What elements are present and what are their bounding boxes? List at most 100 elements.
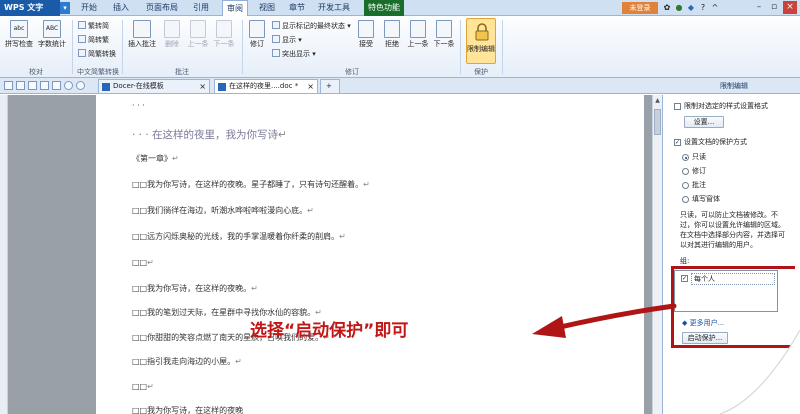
doc-line: □□↵ xyxy=(132,382,154,391)
tab-review[interactable]: 审阅 xyxy=(222,0,248,16)
spellcheck-label: 拼写检查 xyxy=(5,40,33,48)
radio-track-changes[interactable] xyxy=(682,168,689,175)
to-traditional-button[interactable]: 简转繁 xyxy=(78,35,109,45)
insert-comment-button[interactable]: 插入批注 xyxy=(126,20,158,49)
lock-icon xyxy=(475,23,489,41)
radio-fill-forms[interactable] xyxy=(682,196,689,203)
accept-button[interactable]: 接受 xyxy=(354,20,378,49)
tab-current-document[interactable]: 在这样的夜里....doc * × xyxy=(214,79,318,93)
tab-special-features[interactable]: 特色功能 xyxy=(364,0,404,16)
doc-line: □□远方闪烁奥秘的光线，我的手掌温暖着你纤柔的削肩。↵ xyxy=(132,232,346,241)
description-line: 在文档中选择部分内容，并选择可 xyxy=(680,231,785,239)
radio-read-only[interactable] xyxy=(682,154,689,161)
panel-title: 限制编辑 xyxy=(720,82,748,90)
markup-icon xyxy=(272,21,280,29)
prev-change-button[interactable]: 上一条 xyxy=(406,20,430,49)
next-change-button[interactable]: 下一条 xyxy=(432,20,456,49)
tab-home[interactable]: 开始 xyxy=(78,0,100,16)
delete-comment-button[interactable]: 删除 xyxy=(160,20,184,49)
vertical-ruler xyxy=(0,95,8,414)
skin-icon[interactable]: ✿ xyxy=(662,2,672,13)
save-icon[interactable] xyxy=(28,81,37,90)
login-button[interactable]: 未登录 xyxy=(622,2,658,14)
balloon-dropdown[interactable]: 突出显示 ▾ xyxy=(272,49,316,59)
doc-line: □□↵ xyxy=(132,258,154,267)
show-dropdown[interactable]: 显示 ▾ xyxy=(272,35,302,45)
tab-page-layout[interactable]: 页面布局 xyxy=(142,0,182,16)
tab-references[interactable]: 引用 xyxy=(190,0,212,16)
convert-icon xyxy=(78,35,86,43)
undo-icon[interactable] xyxy=(64,81,73,90)
docer-icon xyxy=(102,83,110,91)
tab-docer-templates[interactable]: Docer-在线模板 × xyxy=(98,79,210,93)
format-limit-checkbox[interactable] xyxy=(674,103,681,110)
scroll-thumb[interactable] xyxy=(654,109,661,135)
next-change-icon xyxy=(436,20,452,38)
reject-icon xyxy=(384,20,400,38)
tab-developer[interactable]: 开发工具 xyxy=(316,0,352,16)
description-line: 过，你可以设置允许编辑的区域。 xyxy=(680,221,785,229)
track-changes-button[interactable]: 修订 xyxy=(246,20,268,49)
settings-button[interactable]: 设置... xyxy=(684,116,724,128)
word-count-label: 字数统计 xyxy=(38,40,66,48)
group-chinese-conversion: 中文简繁转换 xyxy=(77,68,119,76)
accept-icon xyxy=(358,20,374,38)
restrict-editing-button[interactable]: 限制编辑 xyxy=(466,18,496,64)
radio-comments[interactable] xyxy=(682,182,689,189)
show-icon xyxy=(272,35,280,43)
vertical-scrollbar[interactable]: ▲ xyxy=(652,95,662,414)
redo-icon[interactable] xyxy=(76,81,85,90)
word-count-button[interactable]: ABC 字数统计 xyxy=(36,20,68,49)
to-simplified-button[interactable]: 繁转简 xyxy=(78,21,109,31)
doc-line: 《第一章》↵ xyxy=(132,154,179,163)
tab-view[interactable]: 视图 xyxy=(256,0,278,16)
next-comment-button[interactable]: 下一条 xyxy=(212,20,236,49)
doc-line: □□指引我走向海边的小屋。↵ xyxy=(132,357,242,366)
chevron-up-icon[interactable]: ^ xyxy=(710,2,720,13)
convert-icon xyxy=(78,49,86,57)
print-icon[interactable] xyxy=(40,81,49,90)
spellcheck-button[interactable]: abc 拼写检查 xyxy=(4,20,34,49)
option-comments-label: 批注 xyxy=(692,181,706,189)
close-tab-icon[interactable]: × xyxy=(307,80,314,93)
doc-heading: · · · 在这样的夜里，我为你写诗↵ xyxy=(132,129,287,141)
option-fill-forms-label: 填写窗体 xyxy=(692,195,720,203)
markup-display-dropdown[interactable]: 显示标记的最终状态 ▾ xyxy=(272,21,351,31)
spellcheck-icon: abc xyxy=(10,20,28,38)
preview-icon[interactable] xyxy=(52,81,61,90)
close-tab-icon[interactable]: × xyxy=(199,80,206,93)
separator xyxy=(502,20,503,74)
conversion-button[interactable]: 简繁转换 xyxy=(78,49,116,59)
restore-icon[interactable]: ▫ xyxy=(767,1,781,14)
convert-icon xyxy=(78,21,86,29)
reject-button[interactable]: 拒绝 xyxy=(380,20,404,49)
group-tracking: 修订 xyxy=(345,68,359,76)
new-tab-button[interactable]: + xyxy=(320,79,340,93)
tab-section[interactable]: 章节 xyxy=(286,0,308,16)
new-file-icon[interactable] xyxy=(4,81,13,90)
tab-insert[interactable]: 插入 xyxy=(110,0,132,16)
doc-line: □□我为你写诗，在这样的夜晚 xyxy=(132,406,244,414)
separator xyxy=(460,20,461,74)
feedback-icon[interactable]: ● xyxy=(674,2,684,13)
balloon-icon xyxy=(272,49,280,57)
group-protect: 保护 xyxy=(474,68,488,76)
next-icon xyxy=(216,20,232,38)
delete-icon xyxy=(164,20,180,38)
separator xyxy=(72,20,73,74)
document-icon xyxy=(218,83,226,91)
title-bar: WPS 文字 ▾ 开始 插入 页面布局 引用 审阅 视图 章节 开发工具 特色功… xyxy=(0,0,800,16)
protect-method-checkbox[interactable]: ✓ xyxy=(674,139,681,146)
chevron-down-icon[interactable]: ▾ xyxy=(60,2,70,14)
minimize-icon[interactable]: – xyxy=(752,1,766,14)
close-icon[interactable]: × xyxy=(783,1,797,14)
help-icon[interactable]: ? xyxy=(698,2,708,13)
document-page[interactable]: · · · · · · 在这样的夜里，我为你写诗↵ 《第一章》↵ □□我为你写诗… xyxy=(96,95,644,414)
open-file-icon[interactable] xyxy=(16,81,25,90)
app-menu-button[interactable]: WPS 文字 xyxy=(0,0,60,16)
review-ribbon: abc 拼写检查 ABC 字数统计 校对 繁转简 简转繁 简繁转换 中文简繁转换… xyxy=(0,16,800,78)
track-changes-icon xyxy=(249,20,265,38)
shield-icon[interactable]: ◆ xyxy=(686,2,696,13)
prev-comment-button[interactable]: 上一条 xyxy=(186,20,210,49)
scroll-up-icon[interactable]: ▲ xyxy=(654,97,661,105)
